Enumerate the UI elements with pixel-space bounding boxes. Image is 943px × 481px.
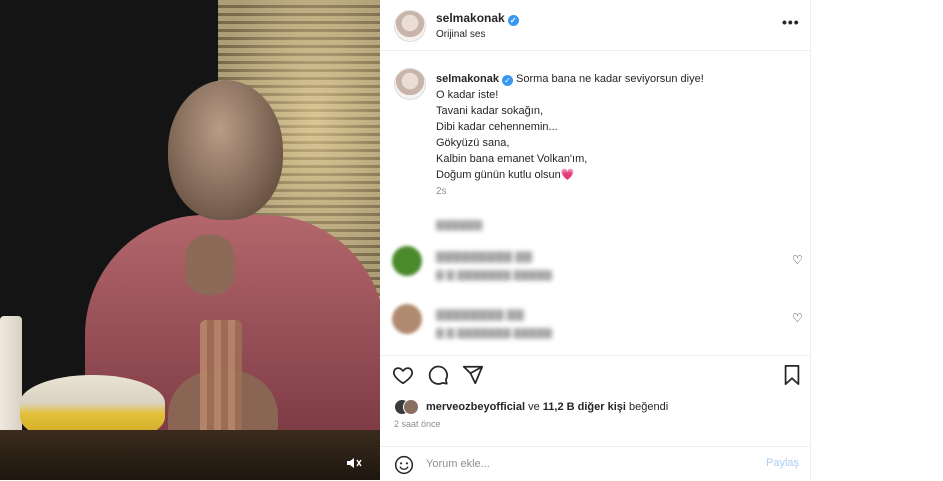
heart-outline-icon[interactable] bbox=[392, 364, 414, 386]
page-background bbox=[811, 0, 943, 480]
blurred-label: ▇▇▇▇▇▇ bbox=[436, 220, 483, 231]
post-header: selmakonak ✓ Orijinal ses ••• bbox=[380, 0, 810, 51]
audio-label[interactable]: Orijinal ses bbox=[436, 29, 485, 40]
caption-avatar[interactable] bbox=[394, 68, 426, 100]
comment-input[interactable] bbox=[426, 455, 746, 473]
verified-badge-icon: ✓ bbox=[501, 75, 513, 86]
post-timestamp[interactable]: 2 saat önce bbox=[394, 419, 441, 429]
speaker-muted-icon[interactable] bbox=[346, 456, 364, 472]
commenter-avatar[interactable] bbox=[392, 304, 422, 334]
person-hand bbox=[185, 235, 235, 295]
post-viewer: selmakonak ✓ Orijinal ses ••• selmakonak ✓… bbox=[0, 0, 943, 480]
table bbox=[0, 430, 380, 480]
post-side-panel: selmakonak ✓ Orijinal ses ••• selmakonak ✓… bbox=[380, 0, 811, 480]
caption-line: Gökyüzü sana, bbox=[436, 137, 510, 149]
liker-avatars bbox=[394, 399, 424, 415]
paper-plane-icon[interactable] bbox=[462, 364, 484, 386]
blurred-comment-meta: ▇ ▇ ▇▇▇▇▇▇▇ ▇▇▇▇▇ bbox=[436, 328, 553, 339]
likes-count[interactable]: 11,2 B diğer kişi bbox=[543, 401, 626, 413]
comment-item: ▇▇▇▇▇▇▇▇ ▇▇ ▇ ▇ ▇▇▇▇▇▇▇ ▇▇▇▇▇ ♡ bbox=[392, 304, 803, 344]
caption-username[interactable]: selmakonak bbox=[436, 73, 499, 85]
author-avatar[interactable] bbox=[394, 10, 426, 42]
pixelated-region bbox=[200, 320, 242, 435]
caption-timestamp[interactable]: 2s bbox=[436, 186, 447, 197]
comment-item: ▇▇▇▇▇▇▇▇▇ ▇▇ ▇ ▇ ▇▇▇▇▇▇▇ ▇▇▇▇▇ ♡ bbox=[392, 246, 803, 286]
post-comment-button[interactable]: Paylaş bbox=[766, 457, 799, 469]
blurred-commenter-name[interactable]: ▇▇▇▇▇▇▇▇▇ ▇▇ bbox=[436, 250, 532, 263]
verified-badge-icon: ✓ bbox=[507, 15, 519, 26]
caption-line: Dibi kadar cehennemin... bbox=[436, 121, 558, 133]
smiley-icon[interactable] bbox=[394, 455, 414, 475]
likes-suffix: beğendi bbox=[629, 401, 669, 413]
likes-connector: ve bbox=[528, 401, 540, 413]
heart-emoji: 💗 bbox=[560, 169, 575, 181]
caption-line: Kalbin bana emanet Volkan'ım, bbox=[436, 153, 588, 165]
comment-bubble-icon[interactable] bbox=[427, 364, 449, 386]
blurred-commenter-name[interactable]: ▇▇▇▇▇▇▇▇ ▇▇ bbox=[436, 308, 524, 321]
caption-line: O kadar iste! bbox=[436, 89, 499, 101]
commenter-avatar[interactable] bbox=[392, 246, 422, 276]
author-username[interactable]: selmakonak bbox=[436, 11, 505, 25]
action-bar bbox=[380, 355, 810, 390]
comment-bar: Paylaş bbox=[380, 446, 810, 481]
caption-line: Tavani kadar sokağın, bbox=[436, 105, 544, 117]
comment-like-icon[interactable]: ♡ bbox=[792, 253, 803, 267]
likes-summary[interactable]: merveozbeyofficial ve 11,2 B diğer kişi … bbox=[394, 399, 669, 415]
post-caption: selmakonak ✓ Sorma bana ne kadar seviyors… bbox=[436, 71, 796, 183]
person-head bbox=[168, 80, 283, 220]
comment-like-icon[interactable]: ♡ bbox=[792, 311, 803, 325]
caption-line: Sorma bana ne kadar seviyorsun diye! bbox=[516, 73, 704, 85]
more-options-icon[interactable]: ••• bbox=[782, 14, 800, 30]
author-username-row[interactable]: selmakonak ✓ bbox=[436, 11, 519, 26]
post-video[interactable] bbox=[0, 0, 380, 480]
blurred-comment-meta: ▇ ▇ ▇▇▇▇▇▇▇ ▇▇▇▇▇ bbox=[436, 270, 553, 281]
bookmark-icon[interactable] bbox=[782, 364, 804, 386]
liker-username[interactable]: merveozbeyofficial bbox=[426, 401, 525, 413]
caption-line: Doğum günün kutlu olsun bbox=[436, 169, 561, 181]
